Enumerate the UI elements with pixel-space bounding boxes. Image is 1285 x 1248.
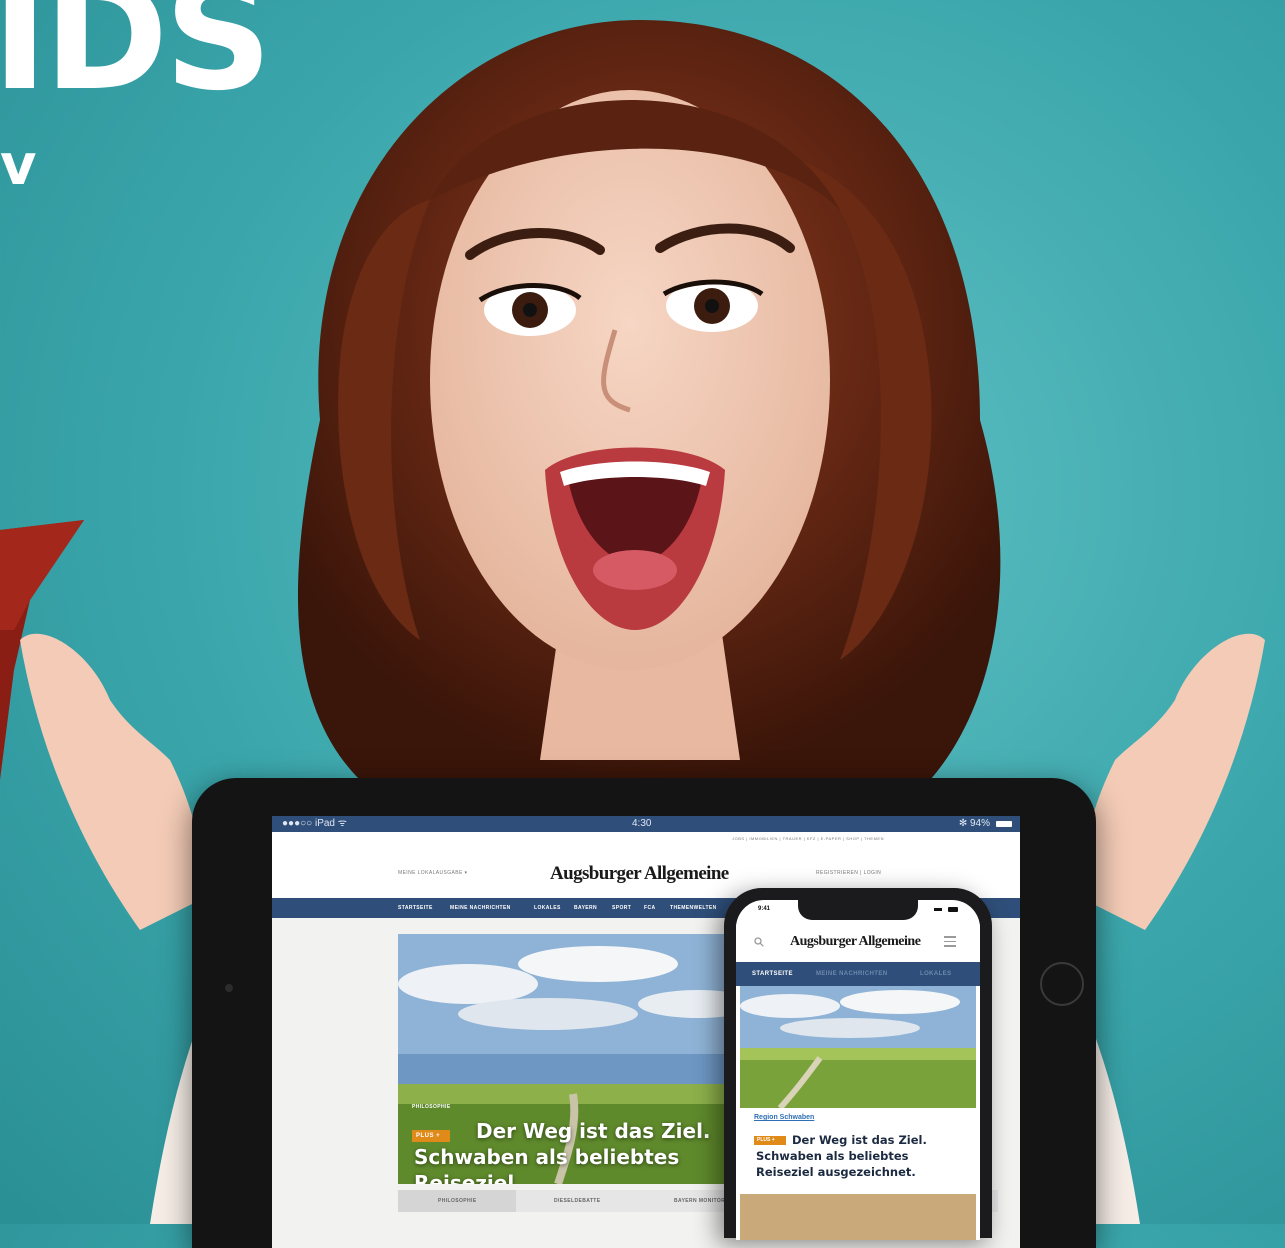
battery-label: ✻ 94% [958, 818, 990, 829]
phone-title-line-2: Schwaben als beliebtes [756, 1149, 909, 1163]
phone-header: Augsburger Allgemeine [736, 924, 980, 962]
topic-tab-bayern-monitor[interactable]: BAYERN MONITOR [674, 1198, 725, 1204]
phone-site-logo[interactable]: Augsburger Allgemeine [790, 934, 921, 950]
home-button[interactable] [1040, 962, 1084, 1006]
local-edition-select[interactable]: MEINE LOKALAUSGABE ▾ [398, 870, 467, 876]
top-links[interactable]: JOBS | IMMOBILIEN | TRAUER | KFZ | E-PAP… [272, 832, 1020, 846]
phone-next-article-image[interactable] [740, 1194, 976, 1240]
hero-title-line-1: Der Weg ist das Ziel. [476, 1119, 711, 1143]
phone-nav: STARTSEITE MEINE NACHRICHTEN LOKALES [736, 962, 980, 986]
search-icon[interactable] [754, 937, 764, 947]
topic-tab-dieseldebatte[interactable]: DIESELDEBATTE [554, 1198, 601, 1204]
phone-nav-lokales[interactable]: LOKALES [920, 971, 951, 977]
status-time: 4:30 [632, 818, 652, 829]
carrier-label: ●●●○○ iPad ᯤ [282, 818, 347, 829]
phone-screen: 9:41 Augsburger Allgemeine STARTSEITE ME… [736, 900, 980, 1240]
nav-item-sport[interactable]: SPORT [612, 905, 631, 911]
phone-status-time: 9:41 [758, 906, 771, 912]
phone-device: 9:41 Augsburger Allgemeine STARTSEITE ME… [724, 888, 992, 1240]
hero-article[interactable]: PHILOSOPHIE PLUS + Der Weg ist das Ziel.… [398, 934, 738, 1184]
topic-tab-philosophie[interactable]: PHILOSOPHIE [438, 1198, 477, 1204]
nav-item-meine-nachrichten[interactable]: MEINE NACHRICHTEN [450, 905, 511, 911]
nav-item-lokales[interactable]: LOKALES [534, 905, 561, 911]
region-link[interactable]: Region Schwaben [754, 1114, 814, 1121]
phone-title-line-1: Der Weg ist das Ziel. [792, 1133, 927, 1147]
tablet-camera [225, 984, 233, 992]
hamburger-menu-icon[interactable] [944, 936, 956, 950]
signal-battery-icon [934, 907, 958, 912]
phone-nav-startseite[interactable]: STARTSEITE [752, 971, 793, 977]
battery-icon [996, 821, 1012, 827]
phone-article-title[interactable]: Der Weg ist das Ziel. Schwaben als belie… [756, 1132, 966, 1180]
phone-title-line-3: Reiseziel ausgezeichnet. [756, 1165, 916, 1179]
nav-item-fca[interactable]: FCA [644, 905, 655, 911]
phone-nav-meine-nachrichten[interactable]: MEINE NACHRICHTEN [816, 971, 887, 977]
hero-kicker: PHILOSOPHIE [412, 1104, 451, 1110]
hero-title[interactable]: Der Weg ist das Ziel. Schwaben als belie… [414, 1118, 738, 1184]
nav-item-themenwelten[interactable]: THEMENWELTEN [670, 905, 717, 911]
phone-landscape-image[interactable] [740, 986, 976, 1108]
site-logo[interactable]: Augsburger Allgemeine [546, 861, 733, 887]
account-links[interactable]: REGISTRIEREN | LOGIN [816, 870, 881, 876]
ios-status-bar: ●●●○○ iPad ᯤ 4:30 ✻ 94% [272, 816, 1020, 832]
hero-title-line-2: Schwaben als beliebtes Reiseziel [414, 1145, 680, 1184]
phone-notch [798, 900, 918, 920]
nav-item-startseite[interactable]: STARTSEITE [398, 905, 433, 911]
nav-item-bayern[interactable]: BAYERN [574, 905, 597, 911]
